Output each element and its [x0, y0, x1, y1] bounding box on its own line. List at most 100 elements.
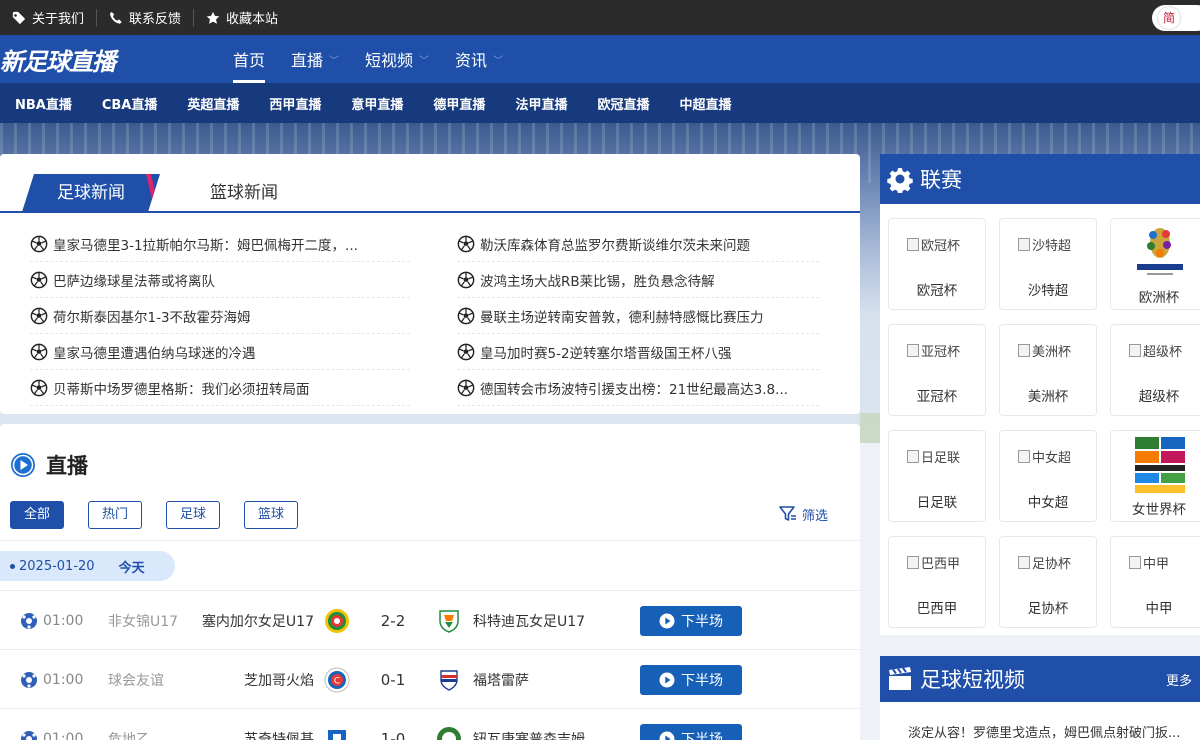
- league-alt-text: 亚冠杯: [921, 345, 961, 360]
- soccer-ball-icon: [457, 235, 475, 252]
- language-toggle[interactable]: 简: [1152, 5, 1200, 31]
- league-card[interactable]: 美洲杯 美洲杯: [999, 324, 1097, 416]
- news-item[interactable]: 皇家马德里遭遇伯纳乌球迷的冷遇: [30, 334, 410, 370]
- video-item[interactable]: 淡定从容！罗德里戈造点，姆巴佩点射破门扳...: [908, 722, 1180, 740]
- news-item[interactable]: 皇家马德里3-1拉斯帕尔马斯：姆巴佩梅开二度，...: [30, 226, 410, 262]
- soccer-ball-icon: [457, 271, 475, 288]
- match-status-button[interactable]: 下半场: [640, 665, 742, 695]
- league-card[interactable]: 巴西甲 巴西甲: [888, 536, 986, 628]
- news-title: 曼联主场逆转南安普敦，德利赫特感慨比赛压力: [480, 309, 764, 326]
- match-status-button[interactable]: 下半场: [640, 606, 742, 636]
- gear-icon: [887, 168, 913, 193]
- news-title: 皇马加时赛5-2逆转塞尔塔晋级国王杯八强: [480, 345, 732, 362]
- league-card[interactable]: 欧冠杯 欧冠杯: [888, 218, 986, 310]
- league-card[interactable]: 日足联 日足联: [888, 430, 986, 522]
- news-list-right: 勒沃库森体育总监罗尔费斯谈维尔茨未来问题 波鸿主场大战RB莱比锡，胜负悬念待解 …: [457, 226, 819, 406]
- league-alt-text: 沙特超: [1032, 239, 1072, 254]
- league-card[interactable]: 欧洲杯: [1110, 218, 1200, 310]
- nav-home[interactable]: 首页: [220, 35, 278, 83]
- subnav-cba[interactable]: CBA直播: [87, 94, 173, 113]
- subnav-csl[interactable]: 中超直播: [664, 94, 746, 113]
- league-card[interactable]: 亚冠杯 亚冠杯: [888, 324, 986, 416]
- short-videos-title: 足球短视频: [920, 668, 1025, 692]
- league-card[interactable]: 中女超 中女超: [999, 430, 1097, 522]
- broken-image-icon: 沙特超: [1018, 235, 1071, 254]
- bookmark-link[interactable]: 收藏本站: [194, 9, 290, 27]
- feedback-label: 联系反馈: [129, 12, 182, 27]
- news-item[interactable]: 巴萨边缘球星法蒂或将离队: [30, 262, 410, 298]
- league-alt-text: 中甲: [1143, 557, 1170, 572]
- soccer-ball-icon: [30, 271, 48, 288]
- nav-news[interactable]: 资讯 ﹀: [442, 35, 516, 83]
- tab-football-news[interactable]: 足球新闻: [22, 174, 160, 212]
- news-title: 勒沃库森体育总监罗尔费斯谈维尔茨未来问题: [480, 237, 750, 254]
- broken-image-icon: 中女超: [1018, 447, 1071, 466]
- about-link[interactable]: 关于我们: [0, 8, 98, 27]
- filter-hot[interactable]: 热门: [88, 501, 143, 529]
- league-card[interactable]: 沙特超 沙特超: [999, 218, 1097, 310]
- bookmark-label: 收藏本站: [226, 12, 279, 27]
- feedback-link[interactable]: 联系反馈: [97, 8, 195, 27]
- chevron-down-icon: ﹀: [329, 55, 340, 67]
- divider: [0, 540, 860, 541]
- nav-live[interactable]: 直播 ﹀: [278, 35, 352, 83]
- main-nav: 首页 直播 ﹀ 短视频 ﹀ 资讯 ﹀: [220, 35, 516, 83]
- match-league[interactable]: 危地乙: [108, 709, 150, 740]
- league-card[interactable]: 足协杯 足协杯: [999, 536, 1097, 628]
- subnav-ligue-1[interactable]: 法甲直播: [500, 94, 582, 113]
- news-item[interactable]: 德国转会市场波特引援支出榜：21世纪最高达3.8...: [457, 370, 819, 406]
- league-name: 足协杯: [1027, 601, 1069, 617]
- football-icon: [20, 709, 38, 740]
- broken-image-icon: 美洲杯: [1018, 341, 1071, 360]
- news-item[interactable]: 波鸿主场大战RB莱比锡，胜负悬念待解: [457, 262, 819, 298]
- filter-button[interactable]: 筛选: [778, 504, 828, 524]
- match-row[interactable]: 01:00 球会友谊 芝加哥火焰 C 0-1 福塔雷萨 下半场: [0, 649, 860, 708]
- news-item[interactable]: 勒沃库森体育总监罗尔费斯谈维尔茨未来问题: [457, 226, 819, 262]
- news-item[interactable]: 贝蒂斯中场罗德里格斯：我们必须扭转局面: [30, 370, 410, 406]
- site-logo[interactable]: 新足球直播: [0, 42, 220, 77]
- match-row[interactable]: 01:00 非女锦U17 塞内加尔女足U17 2-2 科特迪瓦女足U17 下半场: [0, 590, 860, 649]
- match-league[interactable]: 球会友谊: [108, 650, 164, 709]
- home-team[interactable]: 塞内加尔女足U17: [202, 591, 314, 650]
- subnav-premier-league[interactable]: 英超直播: [172, 94, 254, 113]
- home-team[interactable]: 苏奇特佩基: [244, 709, 314, 740]
- subnav-champions-league[interactable]: 欧冠直播: [582, 94, 664, 113]
- away-team[interactable]: 钮瓦康塞普森吉姆: [473, 709, 585, 740]
- home-team[interactable]: 芝加哥火焰: [244, 650, 314, 709]
- soccer-ball-icon: [457, 343, 475, 360]
- away-team[interactable]: 科特迪瓦女足U17: [473, 591, 585, 650]
- tab-basketball-news[interactable]: 篮球新闻: [210, 174, 278, 212]
- away-team[interactable]: 福塔雷萨: [473, 650, 529, 709]
- soccer-ball-icon: [457, 307, 475, 324]
- subnav-serie-a[interactable]: 意甲直播: [336, 94, 418, 113]
- news-item[interactable]: 曼联主场逆转南安普敦，德利赫特感慨比赛压力: [457, 298, 819, 334]
- live-header: 直播: [10, 450, 88, 480]
- filter-football[interactable]: 足球: [166, 501, 221, 529]
- league-name: 亚冠杯: [916, 389, 958, 405]
- match-league[interactable]: 非女锦U17: [108, 591, 178, 650]
- subnav-bundesliga[interactable]: 德甲直播: [418, 94, 500, 113]
- news-item[interactable]: 皇马加时赛5-2逆转塞尔塔晋级国王杯八强: [457, 334, 819, 370]
- league-card[interactable]: 中甲 中甲: [1110, 536, 1200, 628]
- more-link[interactable]: 更多: [1166, 670, 1192, 689]
- soccer-ball-icon: [30, 235, 48, 252]
- filter-all[interactable]: 全部: [10, 501, 65, 529]
- match-row[interactable]: 01:00 危地乙 苏奇特佩基 1-0 钮瓦康塞普森吉姆 下半场: [0, 708, 860, 740]
- nav-short-video[interactable]: 短视频 ﹀: [352, 35, 442, 83]
- news-item[interactable]: 荷尔斯泰因基尔1-3不敌霍芬海姆: [30, 298, 410, 334]
- league-card[interactable]: 女世界杯: [1110, 430, 1200, 522]
- today-label: 今天: [118, 560, 145, 576]
- home-team-logo: [324, 709, 350, 740]
- match-status-button[interactable]: 下半场: [640, 724, 742, 740]
- filter-basketball[interactable]: 篮球: [244, 501, 299, 529]
- subnav-nba[interactable]: NBA直播: [0, 94, 87, 113]
- subnav-la-liga[interactable]: 西甲直播: [254, 94, 336, 113]
- league-card[interactable]: 超级杯 超级杯: [1110, 324, 1200, 416]
- match-time: 01:00: [43, 612, 84, 629]
- match-time: 01:00: [43, 671, 84, 688]
- match-status-label: 下半场: [681, 673, 723, 689]
- nav-news-label: 资讯: [455, 51, 488, 70]
- tab-basketball-news-label: 篮球新闻: [210, 183, 278, 203]
- live-title: 直播: [46, 454, 88, 478]
- league-alt-text: 足协杯: [1032, 557, 1072, 572]
